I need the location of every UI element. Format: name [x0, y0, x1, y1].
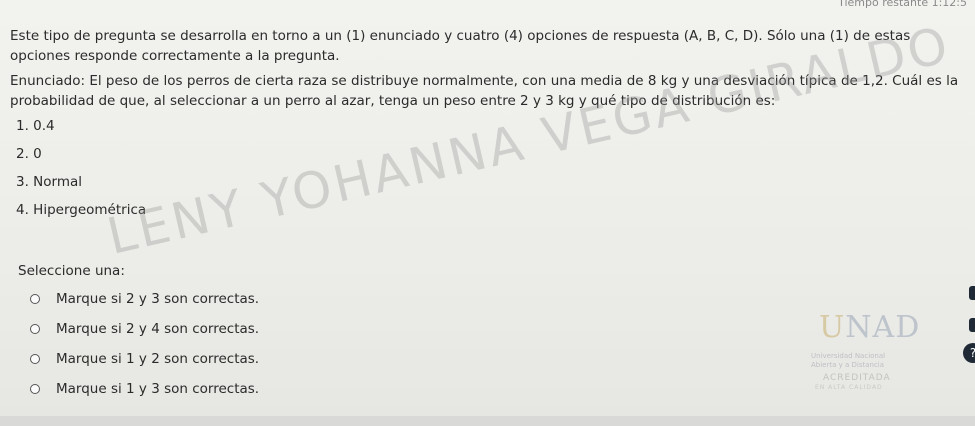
option-4: 4. Hipergeométrica: [16, 202, 147, 218]
quiz-page: Tiempo restante 1:12:5 Este tipo de preg…: [0, 0, 975, 426]
answer-choice-label: Marque si 2 y 4 son correctas.: [56, 321, 260, 337]
option-3: 3. Normal: [16, 174, 83, 190]
help-icon[interactable]: ?: [963, 343, 975, 363]
bottom-strip: [0, 416, 975, 426]
answer-choice-d[interactable]: Marque si 1 y 3 son correctas.: [30, 378, 259, 400]
option-1: 1. 0.4: [16, 118, 55, 134]
unad-logo-subtitle: Universidad Nacional Abierta y a Distanc…: [811, 352, 886, 369]
select-one-label: Seleccione una:: [18, 263, 125, 279]
option-2: 2. 0: [16, 146, 42, 162]
question-instructions: Este tipo de pregunta se desarrolla en t…: [10, 28, 911, 64]
unad-logo-mark: UNAD: [819, 310, 921, 345]
answer-choice-c[interactable]: Marque si 1 y 2 son correctas.: [30, 348, 259, 370]
accreditation-label: ACREDITADA: [823, 373, 891, 383]
side-tab[interactable]: [969, 286, 975, 300]
answer-choice-a[interactable]: Marque si 2 y 3 son correctas.: [30, 288, 259, 310]
radio-button[interactable]: [30, 384, 40, 394]
radio-button[interactable]: [30, 294, 40, 304]
answer-choice-b[interactable]: Marque si 2 y 4 son correctas.: [30, 318, 259, 340]
radio-button[interactable]: [30, 354, 40, 364]
question-statement: Enunciado: El peso de los perros de cier…: [10, 73, 959, 109]
answer-choice-label: Marque si 2 y 3 son correctas.: [56, 291, 260, 307]
time-remaining: Tiempo restante 1:12:5: [838, 0, 967, 9]
unad-logo: UNAD Universidad Nacional Abierta y a Di…: [803, 300, 919, 410]
side-tab[interactable]: [969, 318, 975, 332]
answer-choice-label: Marque si 1 y 3 son correctas.: [56, 381, 260, 397]
accreditation-sublabel: EN ALTA CALIDAD: [815, 384, 883, 391]
radio-button[interactable]: [30, 324, 40, 334]
answer-choice-label: Marque si 1 y 2 son correctas.: [56, 351, 260, 367]
